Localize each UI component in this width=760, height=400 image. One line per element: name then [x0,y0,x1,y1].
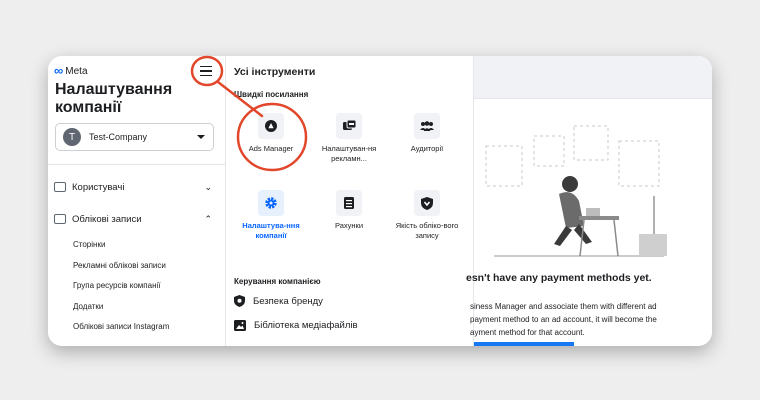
management-title: Керування компанією [234,277,321,286]
page-title: Налаштування компанії [55,81,173,116]
sidebar-item-label: Користувачі [72,181,125,193]
media-library-icon [234,320,246,331]
management-item-label: Бібліотека медіафайлів [254,320,358,331]
company-avatar: T [63,128,81,146]
users-icon [54,182,66,192]
quick-link-label: Ads Manager [248,144,294,153]
sidebar-subitem-ad-accounts[interactable]: Рекламні облікові записи [73,261,166,270]
management-item-brand-safety[interactable]: Безпека бренду [234,295,323,307]
sidebar-subitem-instagram[interactable]: Облікові записи Instagram [73,322,169,331]
sidebar-item-accounts[interactable]: Облікові записи ⌃ [54,211,212,227]
empty-state-line: payment method to an ad account, it will… [470,315,657,324]
quick-link-label: Рахунки [334,221,364,230]
meta-logo: ∞ Meta [54,63,88,78]
company-selector[interactable]: T Test-Company [55,123,214,151]
sidebar: ∞ Meta Налаштування компанії T Test-Comp… [48,56,226,346]
hamburger-line [200,70,212,72]
quick-link-account-quality[interactable]: Якість обліко-вого запису [392,190,462,241]
brand-safety-icon [234,295,245,307]
sidebar-item-label: Облікові записи [72,213,142,225]
empty-state-line: siness Manager and associate them with d… [470,302,657,311]
content-header-bar [474,56,712,99]
caret-down-icon [197,135,205,139]
sidebar-item-users[interactable]: Користувачі ⌄ [54,179,212,195]
business-settings-window: ∞ Meta Налаштування компанії T Test-Comp… [48,56,712,346]
accounts-icon [54,214,66,224]
sidebar-divider [48,164,225,165]
tools-title: Усі інструменти [234,66,316,78]
gear-icon [258,190,284,216]
quick-link-label: Аудиторії [410,144,444,153]
ads-manager-icon [258,113,284,139]
quick-link-company-settings[interactable]: Налаштува-ння компанії [236,190,306,241]
company-name: Test-Company [89,132,148,142]
quick-link-label: Налаштува-ння компанії [242,221,300,240]
ad-settings-icon [336,113,362,139]
quick-link-label: Якість обліко-вого запису [395,221,459,240]
sidebar-subitem-pages[interactable]: Сторінки [73,240,105,249]
hamburger-line [200,65,212,68]
meta-infinity-icon: ∞ [54,63,64,78]
quick-link-ads-manager[interactable]: Ads Manager [236,113,306,154]
sidebar-subitem-apps[interactable]: Додатки [73,302,103,311]
empty-state-title: esn't have any payment methods yet. [466,272,652,284]
hamburger-line [200,74,212,77]
quick-links-title: Швидкі посилання [234,90,309,99]
management-item-label: Безпека бренду [253,295,323,307]
add-payment-button-edge[interactable] [474,342,574,346]
audiences-icon [414,113,440,139]
quick-link-ad-settings[interactable]: Налаштуван-ня рекламн... [314,113,384,164]
empty-state-line: ayment method for that account. [470,328,585,337]
chevron-up-icon: ⌃ [204,213,212,224]
empty-state-description: siness Manager and associate them with d… [470,300,710,339]
billing-icon [336,190,362,216]
hamburger-menu-button[interactable] [196,62,216,80]
management-item-media-library[interactable]: Бібліотека медіафайлів [234,320,358,331]
empty-state-illustration [485,125,667,257]
all-tools-panel: Усі інструменти Швидкі посилання Ads Man… [226,56,474,346]
quick-link-label: Налаштуван-ня рекламн... [321,144,377,163]
quick-link-billing[interactable]: Рахунки [314,190,384,231]
chevron-down-icon: ⌄ [204,181,212,192]
sidebar-subitem-asset-groups[interactable]: Група ресурсів компанії [73,281,161,290]
meta-brand-text: Meta [65,65,88,77]
quick-link-audiences[interactable]: Аудиторії [392,113,462,154]
shield-icon [414,190,440,216]
payment-methods-page: esn't have any payment methods yet. sine… [466,56,712,346]
